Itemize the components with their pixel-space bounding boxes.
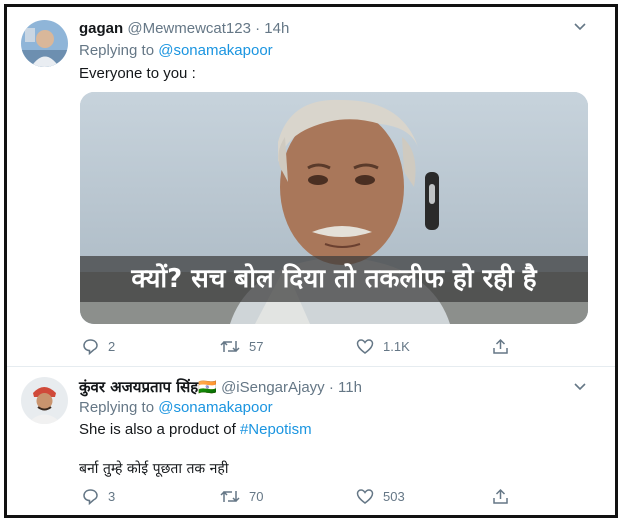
reply-count: 2 [108, 339, 116, 354]
replying-to: Replying to @sonamakapoor [79, 399, 273, 416]
mention-link[interactable]: @sonamakapoor [158, 42, 272, 59]
tweet-text-line2: बर्ना तुम्हे कोई पूछता तक नही [79, 461, 229, 477]
heart-icon [356, 338, 374, 355]
mention-link[interactable]: @sonamakapoor [158, 399, 272, 416]
chevron-down-icon[interactable] [573, 19, 587, 36]
like-button[interactable]: 1.1K [356, 338, 410, 355]
heart-icon [356, 488, 374, 505]
share-button[interactable] [492, 488, 509, 505]
like-button[interactable]: 503 [356, 488, 405, 505]
timestamp[interactable]: · 14h [255, 20, 289, 37]
tweet-media-image[interactable]: क्यों? सच बोल दिया तो तकलीफ हो रही है [80, 92, 588, 324]
replying-to: Replying to @sonamakapoor [79, 42, 273, 59]
tweet-actions: 2 57 1.1K [82, 338, 552, 358]
retweet-count: 70 [249, 489, 264, 504]
reply-icon [82, 488, 99, 505]
meme-caption: क्यों? सच बोल दिया तो तकलीफ हो रही है [80, 256, 588, 302]
reply-button[interactable]: 3 [82, 488, 115, 505]
like-count: 1.1K [383, 339, 410, 354]
retweet-button[interactable]: 70 [220, 488, 263, 505]
tweet-header: कुंवर अजयप्रताप सिंह🇮🇳 @iSengarAjayy · 1… [79, 377, 362, 397]
hashtag-link[interactable]: #Nepotism [240, 421, 312, 438]
tweet-header: gagan @Mewmewcat123 · 14h [79, 20, 289, 37]
share-icon [492, 338, 509, 355]
avatar[interactable] [21, 20, 68, 67]
retweet-icon [220, 338, 240, 355]
avatar[interactable] [21, 377, 68, 424]
display-name[interactable]: gagan [79, 20, 123, 37]
retweet-icon [220, 488, 240, 505]
reply-icon [82, 338, 99, 355]
chevron-down-icon[interactable] [573, 379, 587, 396]
share-button[interactable] [492, 338, 509, 355]
tweet-divider [7, 366, 615, 367]
replying-label: Replying to [79, 42, 159, 59]
user-handle[interactable]: @iSengarAjayy [221, 379, 325, 396]
timestamp[interactable]: · 11h [329, 379, 362, 396]
replying-label: Replying to [79, 399, 159, 416]
tweet-text: Everyone to you : [79, 65, 196, 82]
tweet-actions: 3 70 503 [82, 488, 552, 508]
tweet-text-prefix: She is also a product of [79, 421, 240, 438]
retweet-count: 57 [249, 339, 264, 354]
reply-count: 3 [108, 489, 116, 504]
tweet-text: She is also a product of #Nepotism [79, 421, 312, 438]
reply-button[interactable]: 2 [82, 338, 115, 355]
india-flag-icon: 🇮🇳 [198, 379, 217, 396]
user-handle[interactable]: @Mewmewcat123 [127, 20, 251, 37]
display-name[interactable]: कुंवर अजयप्रताप सिंह [79, 378, 198, 396]
share-icon [492, 488, 509, 505]
tweet-thread: gagan @Mewmewcat123 · 14h Replying to @s… [4, 4, 618, 518]
like-count: 503 [383, 489, 405, 504]
retweet-button[interactable]: 57 [220, 338, 263, 355]
